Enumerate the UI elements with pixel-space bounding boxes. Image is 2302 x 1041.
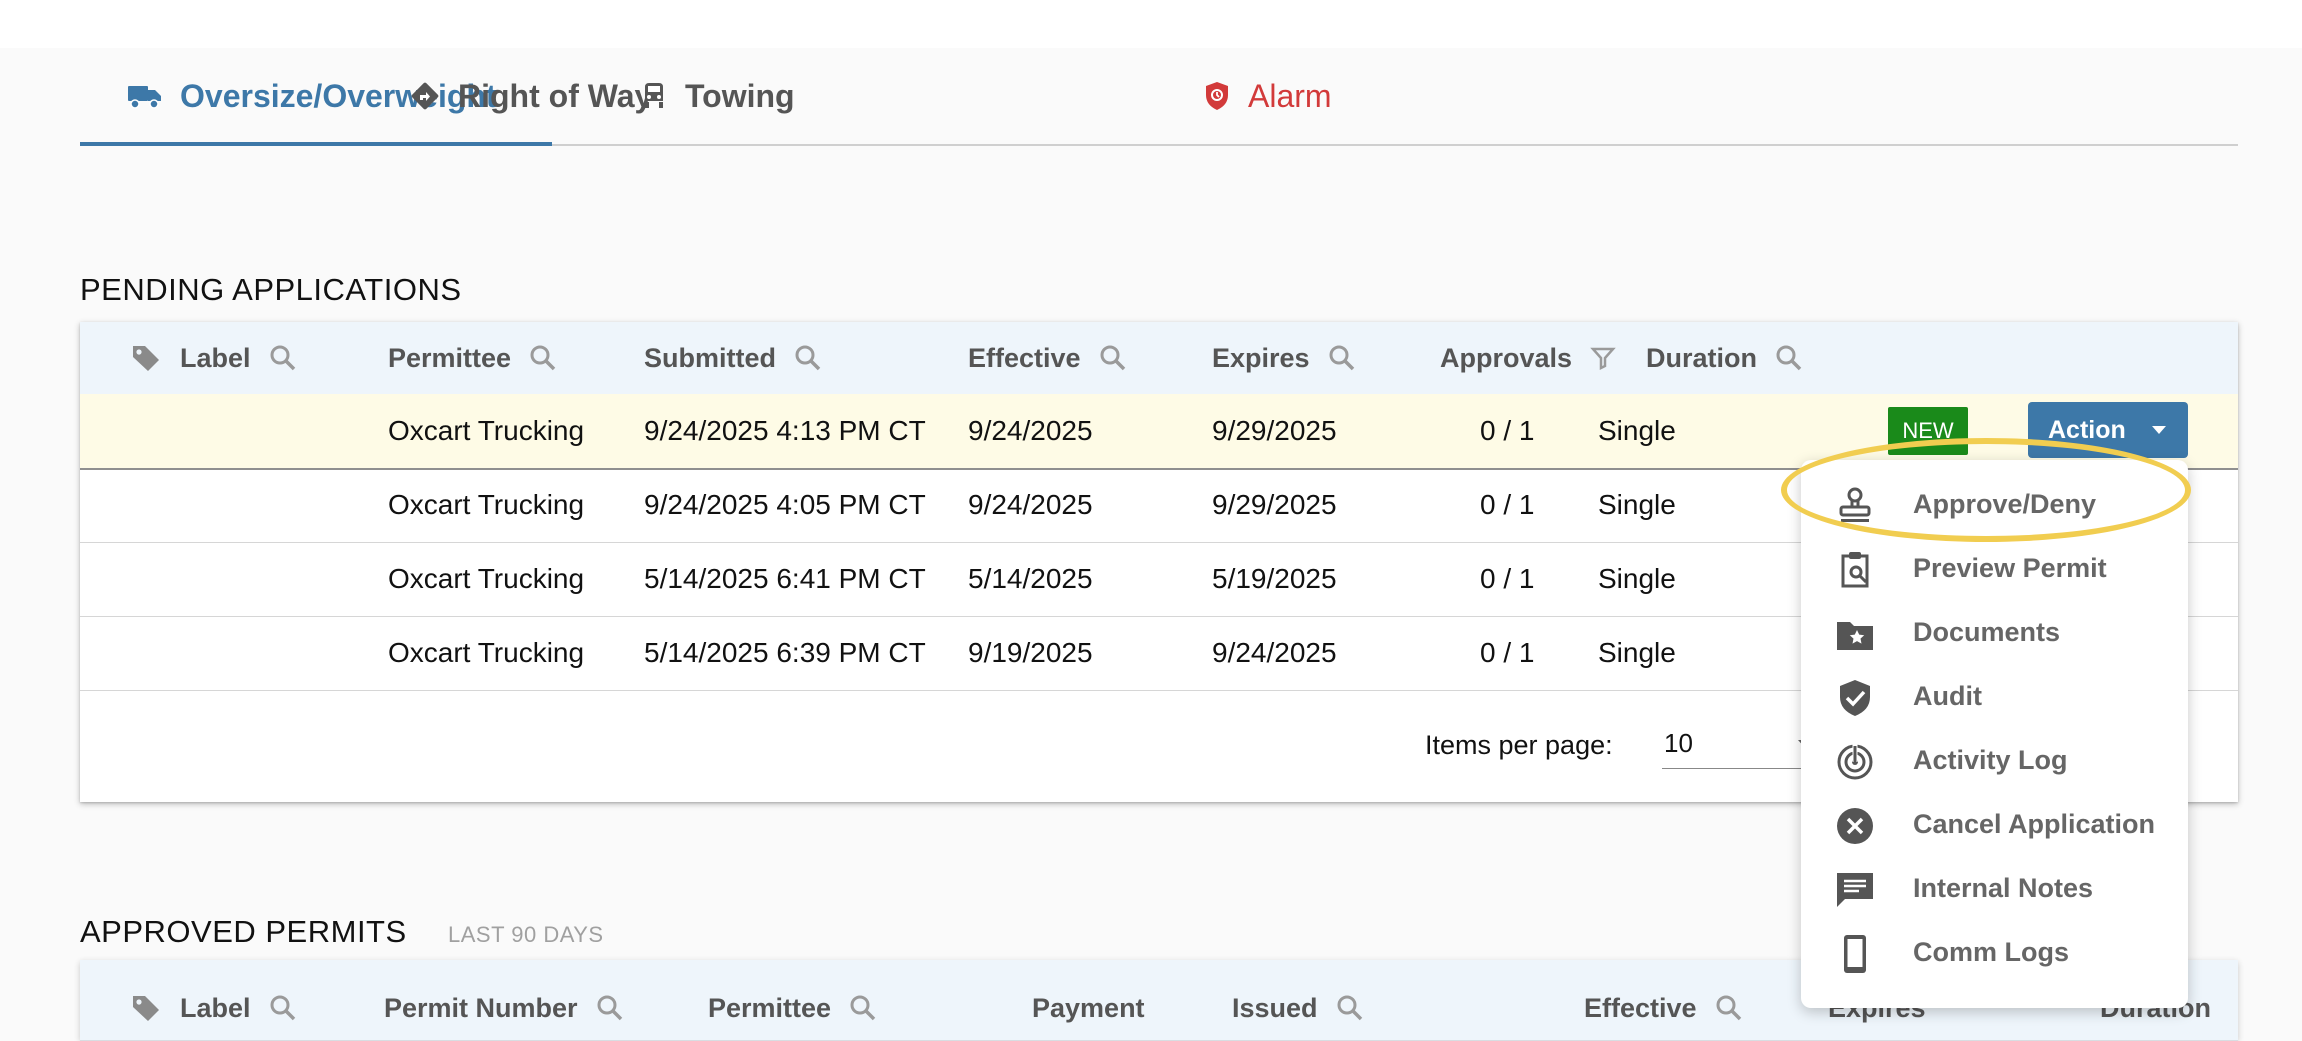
search-icon[interactable] (269, 994, 297, 1022)
tab-right-of-way[interactable]: Right of Way (410, 48, 652, 144)
menu-item-comm-logs[interactable]: Comm Logs (1801, 920, 2188, 984)
search-icon[interactable] (849, 994, 877, 1022)
search-icon[interactable] (596, 994, 624, 1022)
truck-icon (128, 86, 161, 109)
tag-icon (133, 346, 159, 371)
menu-item-audit[interactable]: Audit (1801, 664, 2188, 728)
tab-label: Alarm (1248, 77, 1332, 114)
menu-item-approve-deny[interactable]: Approve/Deny (1801, 472, 2188, 536)
top-bar (0, 0, 2302, 48)
column-issued: Issued (1232, 984, 1364, 1032)
menu-item-cancel-application[interactable]: Cancel Application (1801, 792, 2188, 856)
message-text-icon (1837, 873, 1873, 907)
caret-down-icon (2152, 426, 2166, 434)
items-per-page-select[interactable]: 10 (1662, 718, 1824, 769)
action-menu: Approve/Deny Preview Permit Documents Au… (1801, 460, 2188, 1008)
search-icon[interactable] (1099, 344, 1127, 372)
search-icon[interactable] (1715, 994, 1743, 1022)
search-icon[interactable] (529, 344, 557, 372)
column-payment: Payment (1032, 992, 1145, 1023)
shield-alarm-icon (1206, 82, 1228, 110)
search-icon[interactable] (1336, 994, 1364, 1022)
cellphone-icon (1844, 935, 1866, 973)
filter-icon[interactable] (1590, 345, 1616, 371)
column-label: Label (130, 322, 297, 394)
menu-item-internal-notes[interactable]: Internal Notes (1801, 856, 2188, 920)
tab-label: Right of Way (458, 77, 653, 114)
folder-star-icon (1837, 622, 1873, 650)
column-effective: Effective (968, 322, 1127, 394)
column-permittee: Permittee (388, 322, 557, 394)
permit-type-tabs: Oversize/Overweight Right of Way Towing … (80, 48, 2238, 146)
stamp-icon (1839, 487, 1871, 522)
radar-icon (1837, 744, 1873, 780)
column-approvals: Approvals (1440, 322, 1616, 394)
column-permit-number: Permit Number (384, 984, 624, 1032)
table-row[interactable]: Oxcart Trucking 9/24/2025 4:13 PM CT 9/2… (80, 394, 2238, 470)
column-permittee: Permittee (708, 984, 877, 1032)
directions-icon (411, 82, 439, 110)
search-icon[interactable] (1775, 344, 1803, 372)
tab-alarm[interactable]: Alarm (1204, 48, 1332, 144)
search-icon[interactable] (1328, 344, 1356, 372)
clipboard-search-icon (1841, 552, 1869, 588)
column-expires: Expires (1212, 322, 1356, 394)
tab-label: Towing (685, 77, 795, 114)
menu-item-documents[interactable]: Documents (1801, 600, 2188, 664)
column-effective: Effective (1584, 984, 1743, 1032)
menu-item-preview-permit[interactable]: Preview Permit (1801, 536, 2188, 600)
pending-applications-title: PENDING APPLICATIONS (80, 272, 462, 307)
search-icon[interactable] (794, 344, 822, 372)
search-icon[interactable] (269, 344, 297, 372)
car-icon (645, 83, 663, 108)
new-badge: NEW (1888, 407, 1968, 455)
table-header: Label Permittee Submitted Effective Expi… (80, 322, 2238, 395)
cancel-circle-icon (1837, 808, 1873, 844)
menu-item-activity-log[interactable]: Activity Log (1801, 728, 2188, 792)
column-label: Label (130, 984, 297, 1032)
active-tab-indicator (80, 142, 552, 146)
shield-check-icon (1840, 680, 1870, 716)
approved-permits-subtitle: LAST 90 DAYS (448, 922, 604, 947)
tag-icon (133, 996, 159, 1021)
approved-permits-title: APPROVED PERMITS (80, 914, 407, 949)
items-per-page-label: Items per page: (1425, 730, 1613, 760)
column-duration: Duration (1646, 322, 1803, 394)
column-submitted: Submitted (644, 322, 822, 394)
action-button[interactable]: Action (2028, 402, 2188, 458)
tab-towing[interactable]: Towing (641, 48, 795, 144)
